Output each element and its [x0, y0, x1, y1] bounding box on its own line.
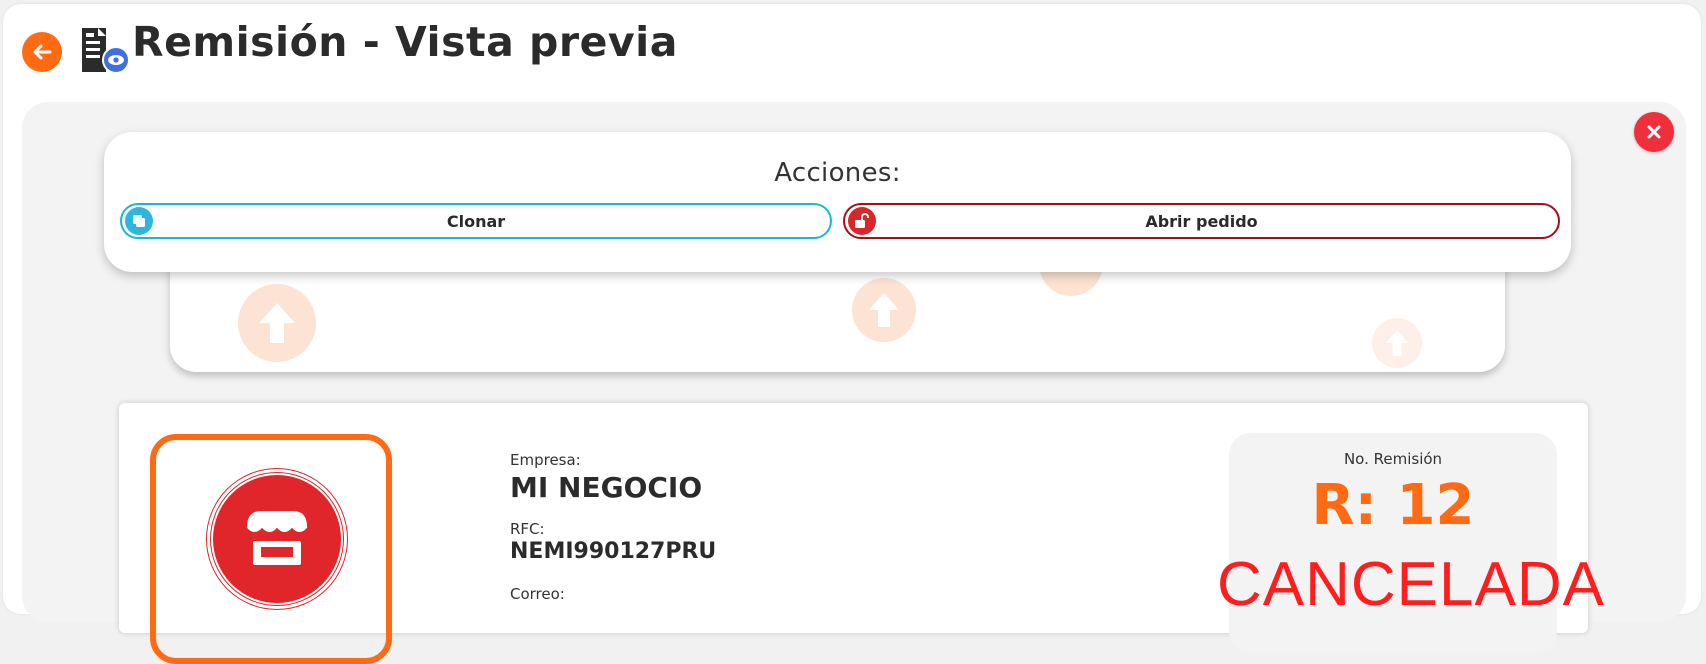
- remission-number-box: No. Remisión R: 12: [1229, 433, 1557, 653]
- back-button[interactable]: [22, 32, 62, 72]
- company-logo-frame: [150, 434, 392, 664]
- document-card: Empresa: MI NEGOCIO RFC: NEMI990127PRU C…: [119, 403, 1605, 664]
- arrow-left-icon: [33, 44, 52, 60]
- store-icon: [207, 469, 347, 609]
- open-order-button[interactable]: Abrir pedido: [843, 203, 1560, 239]
- upload-card: [170, 262, 1505, 372]
- open-order-label: Abrir pedido: [1145, 211, 1258, 231]
- document-preview-icon: [82, 28, 130, 74]
- rfc-value: NEMI990127PRU: [510, 539, 717, 564]
- close-button[interactable]: [1634, 112, 1674, 152]
- page-title: Remisión - Vista previa: [132, 18, 678, 66]
- company-label: Empresa:: [510, 451, 581, 469]
- status-badge: CANCELADA: [1217, 550, 1605, 619]
- rfc-label: RFC:: [510, 520, 545, 538]
- company-name: MI NEGOCIO: [510, 471, 703, 504]
- clone-button[interactable]: Clonar: [120, 203, 832, 239]
- copy-icon: [125, 207, 153, 235]
- actions-title: Acciones:: [774, 158, 901, 188]
- upload-icon: [1372, 318, 1422, 368]
- upload-icon: [852, 278, 916, 342]
- actions-card: Acciones: Clonar Abrir pedido: [104, 132, 1571, 272]
- unlock-icon: [848, 207, 876, 235]
- remission-number-value: R: 12: [1311, 473, 1475, 538]
- clone-label: Clonar: [446, 211, 506, 231]
- remission-number-label: No. Remisión: [1343, 450, 1443, 468]
- close-icon: [1647, 125, 1661, 139]
- upload-icon: [238, 284, 316, 362]
- email-label: Correo:: [510, 585, 565, 603]
